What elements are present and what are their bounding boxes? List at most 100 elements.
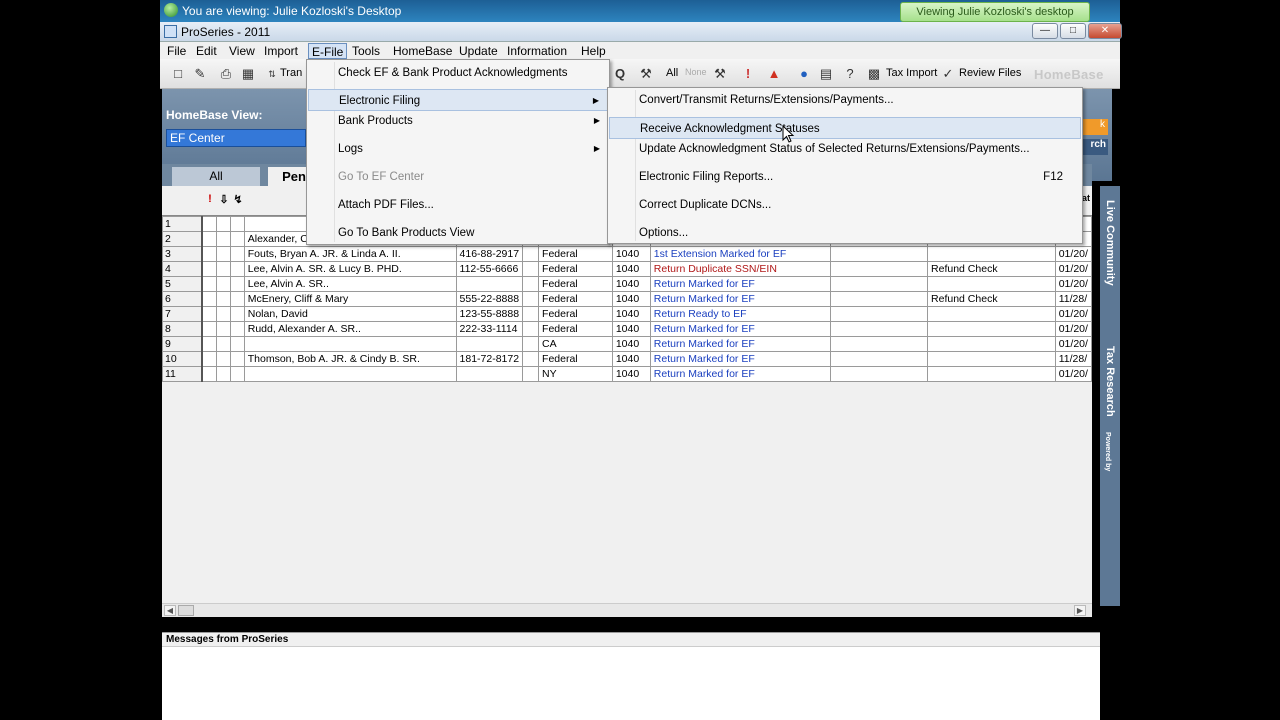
cell-empty[interactable]	[201, 261, 217, 277]
row-number[interactable]: 9	[162, 336, 204, 352]
cell-type[interactable]: Federal	[538, 276, 613, 292]
row-number[interactable]: 6	[162, 291, 204, 307]
cell-empty[interactable]	[215, 246, 231, 262]
cell-empty[interactable]	[215, 351, 231, 367]
menu-update[interactable]: Update	[456, 43, 501, 59]
submenu-item-convert-transmit[interactable]: Convert/Transmit Returns/Extensions/Paym…	[609, 89, 1081, 111]
row-number[interactable]: 10	[162, 351, 204, 367]
viewer-badge[interactable]: Viewing Julie Kozloski's desktop	[900, 2, 1090, 22]
cell-type[interactable]: Federal	[538, 291, 613, 307]
cell-ssn[interactable]: 123-55-8888	[455, 306, 524, 322]
cell-type[interactable]: Federal	[538, 246, 613, 262]
review-files-label[interactable]: Review Files	[959, 67, 1021, 79]
submenu-item-options[interactable]: Options...	[609, 222, 1081, 244]
cell-empty[interactable]	[215, 231, 231, 247]
transmit-label[interactable]: Tran	[280, 67, 302, 79]
row-number[interactable]: 2	[162, 231, 204, 247]
cell-empty[interactable]	[829, 261, 929, 277]
table-row[interactable]: 3 Fouts, Bryan A. JR. & Linda A. II. 416-8…	[162, 246, 1093, 262]
cell-form[interactable]: 1040	[611, 336, 651, 352]
cell-empty[interactable]	[215, 276, 231, 292]
cell-type[interactable]: CA	[538, 336, 613, 352]
row-number[interactable]: 8	[162, 321, 204, 337]
cell-empty[interactable]	[229, 366, 245, 382]
live-community-tab[interactable]: Live Community	[1104, 200, 1116, 286]
tab-all[interactable]: All	[172, 167, 260, 186]
cell-form[interactable]: 1040	[611, 321, 651, 337]
cell-type[interactable]: NY	[538, 366, 613, 382]
menu-view[interactable]: View	[226, 43, 258, 59]
cell-name[interactable]: Nolan, David	[243, 306, 457, 322]
cell-status[interactable]: Return Ready to EF	[649, 306, 831, 322]
cell-date[interactable]: 01/20/	[1054, 261, 1093, 277]
cell-empty[interactable]	[522, 246, 540, 262]
tools-icon[interactable]: ⚒	[712, 66, 728, 82]
cell-name[interactable]: McEnery, Cliff & Mary	[243, 291, 457, 307]
horizontal-scrollbar[interactable]: ◀ ▶	[162, 603, 1092, 617]
cell-empty[interactable]	[201, 291, 217, 307]
search-icon[interactable]: Q	[612, 66, 628, 82]
table-row[interactable]: 10 Thomson, Bob A. JR. & Cindy B. SR. 181-…	[162, 351, 1093, 367]
filter-icon[interactable]: ⚒	[638, 66, 654, 82]
cell-empty[interactable]	[201, 321, 217, 337]
new-icon[interactable]: □	[170, 66, 186, 82]
globe-icon[interactable]: ●	[796, 66, 812, 82]
cell-form[interactable]: 1040	[611, 291, 651, 307]
cell-refund[interactable]	[927, 351, 1056, 367]
table-row[interactable]: 4 Lee, Alvin A. SR. & Lucy B. PHD. 112-55-…	[162, 261, 1093, 277]
table-row[interactable]: 11 NY 1040 Return Marked for EF 01/20/	[162, 366, 1093, 382]
table-row[interactable]: 8 Rudd, Alexander A. SR.. 222-33-1114 Feder…	[162, 321, 1093, 337]
submenu-item-correct-dcns[interactable]: Correct Duplicate DCNs...	[609, 194, 1081, 216]
cell-empty[interactable]	[229, 291, 245, 307]
cell-empty[interactable]	[201, 366, 217, 382]
book-icon[interactable]: ▤	[818, 66, 834, 82]
cell-refund[interactable]	[927, 306, 1056, 322]
cell-empty[interactable]	[829, 276, 929, 292]
row-number[interactable]: 4	[162, 261, 204, 277]
cell-refund[interactable]	[927, 276, 1056, 292]
cell-empty[interactable]	[229, 246, 245, 262]
menu-import[interactable]: Import	[261, 43, 301, 59]
menu-information[interactable]: Information	[504, 43, 570, 59]
cell-empty[interactable]	[522, 261, 540, 277]
select-none-label[interactable]: None	[685, 67, 707, 77]
cell-form[interactable]: 1040	[611, 366, 651, 382]
cell-empty[interactable]	[522, 306, 540, 322]
cell-empty[interactable]	[201, 231, 217, 247]
cell-empty[interactable]	[215, 306, 231, 322]
cell-type[interactable]: Federal	[538, 321, 613, 337]
help-icon[interactable]: ?	[842, 66, 858, 82]
cell-empty[interactable]	[522, 291, 540, 307]
cell-status[interactable]: Return Marked for EF	[649, 321, 831, 337]
tax-research-tab[interactable]: Tax Research	[1104, 346, 1116, 417]
cell-empty[interactable]	[201, 336, 217, 352]
cell-empty[interactable]	[229, 276, 245, 292]
cell-status[interactable]: Return Marked for EF	[649, 276, 831, 292]
cell-empty[interactable]	[829, 351, 929, 367]
row-number[interactable]: 11	[162, 366, 204, 382]
cell-name[interactable]: Lee, Alvin A. SR. & Lucy B. PHD.	[243, 261, 457, 277]
search-button[interactable]: rch	[1082, 139, 1108, 155]
menu-item-electronic-filing[interactable]: Electronic Filing ▶	[308, 89, 608, 111]
menu-item-bank-products[interactable]: Bank Products ▶	[308, 110, 608, 132]
transmit-icon[interactable]: ⇅	[264, 66, 280, 82]
alert-icon[interactable]: !	[740, 66, 756, 82]
cell-status[interactable]: 1st Extension Marked for EF	[649, 246, 831, 262]
cell-status[interactable]: Return Marked for EF	[649, 291, 831, 307]
cell-ssn[interactable]	[455, 276, 524, 292]
cell-empty[interactable]	[229, 351, 245, 367]
cell-empty[interactable]	[229, 231, 245, 247]
cell-ssn[interactable]: 416-88-2917	[455, 246, 524, 262]
cell-ssn[interactable]: 555-22-8888	[455, 291, 524, 307]
cell-date[interactable]: 01/20/	[1054, 366, 1093, 382]
siren-icon[interactable]: ▲	[766, 66, 782, 82]
cell-refund[interactable]: Refund Check	[927, 291, 1056, 307]
cell-empty[interactable]	[229, 261, 245, 277]
cell-ssn[interactable]: 112-55-6666	[455, 261, 524, 277]
cell-form[interactable]: 1040	[611, 306, 651, 322]
cell-date[interactable]: 01/20/	[1054, 246, 1093, 262]
cell-empty[interactable]	[215, 291, 231, 307]
cell-empty[interactable]	[201, 306, 217, 322]
menu-efile[interactable]: E-File	[308, 43, 348, 59]
cell-empty[interactable]	[215, 366, 231, 382]
